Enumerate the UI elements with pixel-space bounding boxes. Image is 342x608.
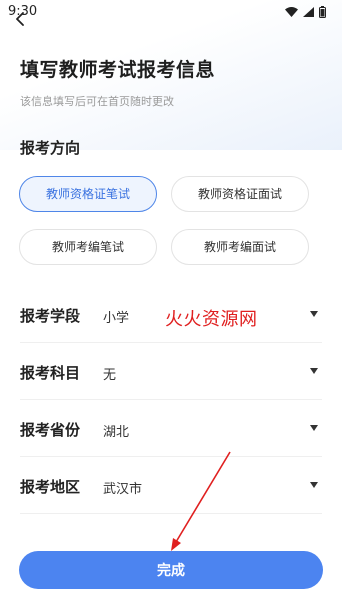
dropdown-caret-icon[interactable] (310, 425, 318, 431)
row-province-value[interactable]: 湖北 (103, 421, 129, 440)
row-subject-label: 报考科目 (20, 364, 81, 382)
signal-icon (303, 7, 314, 17)
battery-icon (319, 6, 326, 18)
status-bar: 9:30 (0, 0, 342, 26)
row-region-label: 报考地区 (20, 478, 81, 496)
row-region-value[interactable]: 武汉市 (103, 478, 142, 497)
option-teacher-recruit-interview[interactable]: 教师考编面试 (171, 229, 309, 265)
row-province[interactable]: 报考省份 湖北 (20, 399, 322, 457)
wifi-icon (285, 7, 298, 17)
option-teacher-cert-written[interactable]: 教师资格证笔试 (19, 176, 157, 212)
row-region[interactable]: 报考地区 武汉市 (20, 456, 322, 514)
row-province-label: 报考省份 (20, 421, 81, 439)
page-subtitle: 该信息填写后可在首页随时更改 (20, 95, 174, 108)
status-icons (285, 6, 326, 18)
back-arrow-icon[interactable] (14, 12, 28, 26)
row-stage-value[interactable]: 小学 (103, 307, 129, 326)
option-teacher-recruit-written[interactable]: 教师考编笔试 (19, 229, 157, 265)
row-subject-value[interactable]: 无 (103, 364, 116, 383)
row-subject[interactable]: 报考科目 无 (20, 342, 322, 400)
direction-section-title: 报考方向 (20, 139, 81, 157)
dropdown-caret-icon[interactable] (310, 311, 318, 317)
dropdown-caret-icon[interactable] (310, 482, 318, 488)
row-stage-label: 报考学段 (20, 307, 81, 325)
option-teacher-cert-interview[interactable]: 教师资格证面试 (171, 176, 309, 212)
finish-button[interactable]: 完成 (19, 551, 323, 589)
page-title: 填写教师考试报考信息 (20, 59, 216, 81)
dropdown-caret-icon[interactable] (310, 368, 318, 374)
watermark-text: 火火资源网 (165, 309, 258, 330)
